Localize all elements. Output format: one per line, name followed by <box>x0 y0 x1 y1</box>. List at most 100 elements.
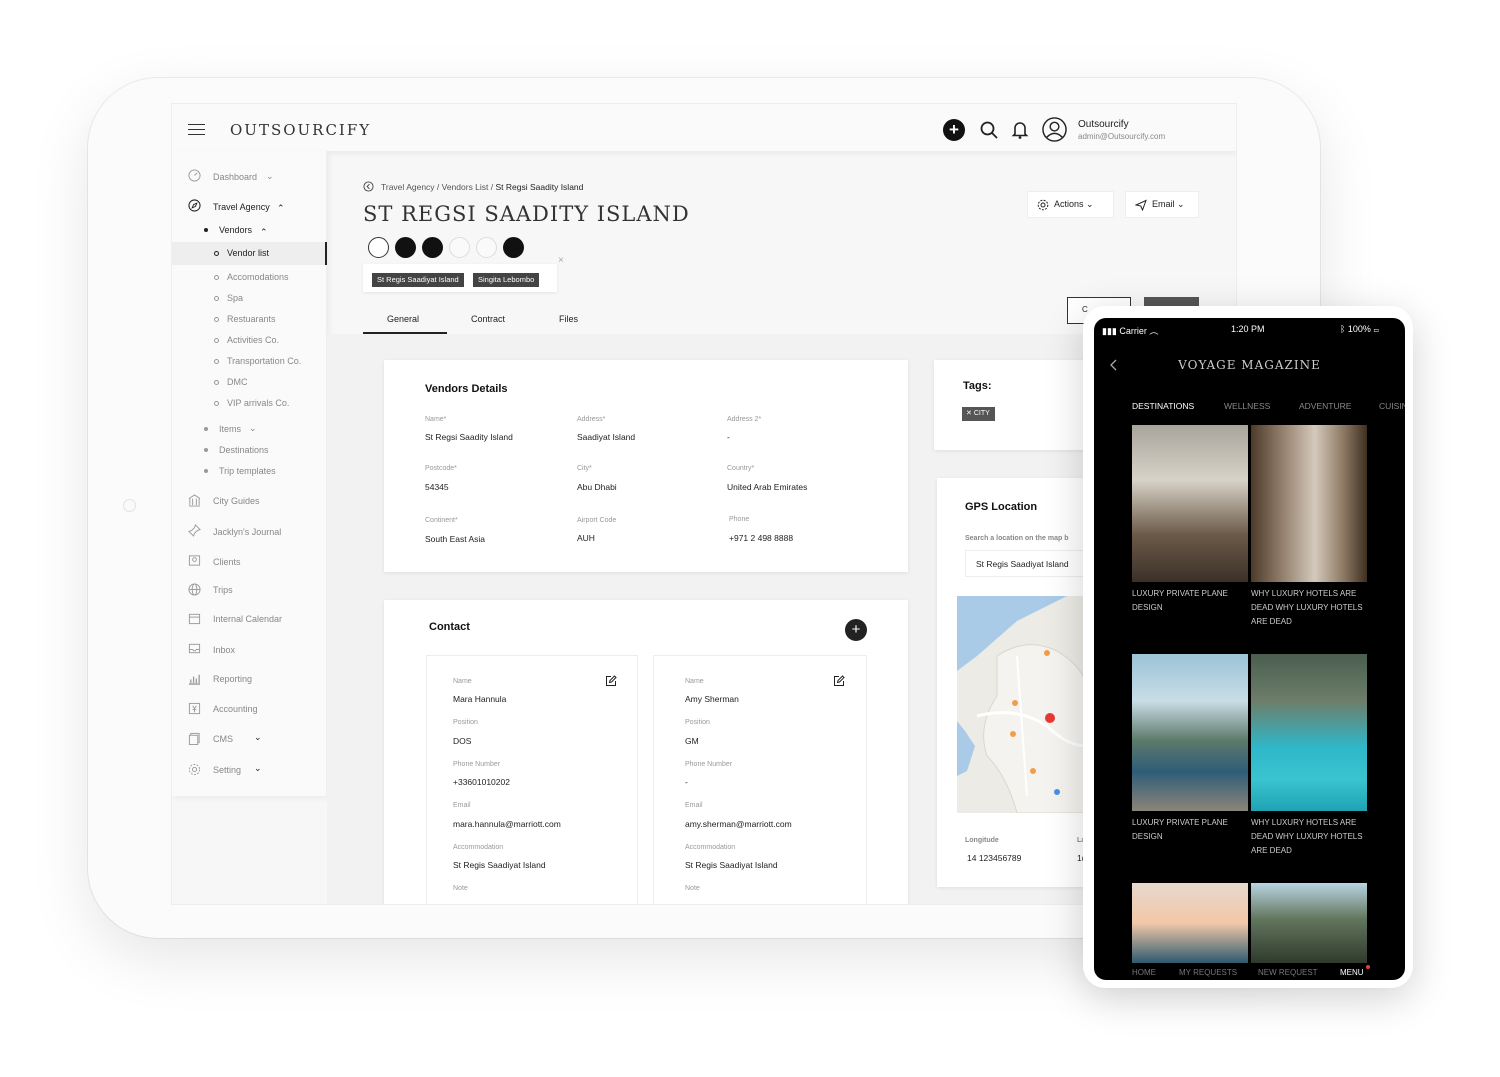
tab-bar: General Contract Files <box>363 302 843 336</box>
field-value[interactable]: 54345 <box>425 482 449 492</box>
hotel-category-icon[interactable] <box>368 237 389 258</box>
spa-category-icon[interactable] <box>503 237 524 258</box>
sidebar-item-items[interactable]: Items <box>219 424 241 434</box>
article-image[interactable] <box>1132 883 1248 963</box>
email-button[interactable]: Email ⌄ <box>1125 191 1199 218</box>
back-circle-icon[interactable] <box>363 181 374 192</box>
actions-label: Actions <box>1054 199 1084 209</box>
article-image[interactable] <box>1132 425 1248 582</box>
sidebar-item-city-guides[interactable]: City Guides <box>213 496 260 506</box>
sidebar-item-accomodations[interactable]: Accomodations <box>227 272 289 282</box>
circle-icon <box>214 359 219 364</box>
field-label: Country* <box>727 465 755 472</box>
nav-new-request[interactable]: NEW REQUEST <box>1258 968 1318 977</box>
bell-icon[interactable] <box>1010 120 1030 140</box>
vendor-chip[interactable]: St Regis Saadiyat Island <box>372 273 464 287</box>
nav-my-requests[interactable]: MY REQUESTS <box>1179 968 1237 977</box>
search-icon[interactable] <box>979 120 999 140</box>
field-value[interactable]: AUH <box>577 533 595 543</box>
sidebar-item-destinations[interactable]: Destinations <box>219 445 269 455</box>
tab-contract[interactable]: Contract <box>471 314 505 324</box>
contact-label: Position <box>685 719 710 726</box>
article-caption[interactable]: WHY LUXURY HOTELS ARE DEAD WHY LUXURY HO… <box>1251 816 1369 858</box>
breadcrumb-path[interactable]: Travel Agency / Vendors List / <box>381 182 496 192</box>
sidebar-item-dashboard[interactable]: Dashboard <box>213 172 257 182</box>
sidebar-item-clients[interactable]: Clients <box>213 557 241 567</box>
food-category-icon[interactable] <box>395 237 416 258</box>
battery-label: 100% <box>1347 324 1371 334</box>
field-value[interactable]: - <box>727 432 730 442</box>
field-value[interactable]: Saadiyat Island <box>577 432 635 442</box>
map-search-input[interactable]: St Regis Saadiyat Island <box>965 550 1095 577</box>
sidebar-item-vendor-list[interactable]: Vendor list <box>227 248 269 258</box>
user-avatar-icon[interactable] <box>1042 117 1067 142</box>
contact-phone: - <box>685 777 688 787</box>
add-contact-button[interactable]: + <box>845 619 867 641</box>
close-icon[interactable]: × <box>558 255 564 266</box>
sidebar-item-travel-agency[interactable]: Travel Agency <box>213 202 270 212</box>
field-value[interactable]: St Regsi Saadity Island <box>425 432 513 442</box>
sidebar-item-activities[interactable]: Activities Co. <box>227 335 279 345</box>
field-value[interactable]: +971 2 498 8888 <box>729 533 793 543</box>
tag-chip[interactable]: ✕ CITY <box>962 407 995 421</box>
edit-icon[interactable] <box>833 675 845 687</box>
tab-files[interactable]: Files <box>559 314 578 324</box>
article-caption[interactable]: WHY LUXURY HOTELS ARE DEAD WHY LUXURY HO… <box>1251 587 1369 629</box>
sidebar-item-trip-templates[interactable]: Trip templates <box>219 466 276 476</box>
longitude-value[interactable]: 14 123456789 <box>967 853 1021 863</box>
article-image[interactable] <box>1251 883 1367 963</box>
document-category-icon[interactable] <box>449 237 470 258</box>
app-logo[interactable]: OUTSOURCIFY <box>230 121 371 139</box>
gear-icon <box>1037 199 1049 211</box>
contact-email[interactable]: amy.sherman@marriott.com <box>685 819 792 829</box>
sidebar-item-calendar[interactable]: Internal Calendar <box>213 614 282 624</box>
contact-accommodation: St Regis Saadiyat Island <box>453 860 546 870</box>
sidebar-item-inbox[interactable]: Inbox <box>213 645 235 655</box>
article-image[interactable] <box>1251 654 1367 811</box>
remove-tag-icon[interactable]: ✕ <box>966 410 974 417</box>
tab-adventure[interactable]: ADVENTURE <box>1299 401 1351 411</box>
sidebar-item-reporting[interactable]: Reporting <box>213 674 252 684</box>
tab-destinations[interactable]: DESTINATIONS <box>1132 401 1194 411</box>
city-category-icon[interactable] <box>422 237 443 258</box>
vendor-chip[interactable]: Singita Lebombo <box>473 273 540 287</box>
sidebar-item-accounting[interactable]: Accounting <box>213 704 258 714</box>
sidebar-item-spa[interactable]: Spa <box>227 293 243 303</box>
tab-wellness[interactable]: WELLNESS <box>1224 401 1270 411</box>
field-value[interactable]: Abu Dhabi <box>577 482 617 492</box>
chevron-down-icon: ⌄ <box>254 732 262 742</box>
nav-home[interactable]: HOME <box>1132 968 1156 977</box>
plane-category-icon[interactable] <box>476 237 497 258</box>
article-caption[interactable]: LUXURY PRIVATE PLANE DESIGN <box>1132 587 1250 615</box>
tab-general[interactable]: General <box>387 314 419 324</box>
sidebar-item-vip[interactable]: VIP arrivals Co. <box>227 398 289 408</box>
sidebar-item-trips[interactable]: Trips <box>213 585 233 595</box>
sidebar-item-restaurants[interactable]: Restuarants <box>227 314 276 324</box>
article-caption[interactable]: LUXURY PRIVATE PLANE DESIGN <box>1132 816 1250 844</box>
article-image[interactable] <box>1251 425 1367 582</box>
sidebar-item-vendors[interactable]: Vendors <box>219 225 252 235</box>
article-image[interactable] <box>1132 654 1248 811</box>
sidebar-item-cms[interactable]: CMS <box>213 734 233 744</box>
nav-menu[interactable]: MENU <box>1340 968 1364 977</box>
circle-icon <box>214 401 219 406</box>
longitude-label: Longitude <box>965 837 999 844</box>
field-value[interactable]: South East Asia <box>425 534 485 544</box>
edit-icon[interactable] <box>605 675 617 687</box>
sidebar-item-journal[interactable]: Jacklyn's Journal <box>213 527 281 537</box>
sidebar-item-setting[interactable]: Setting <box>213 765 241 775</box>
sidebar-item-transportation[interactable]: Transportation Co. <box>227 356 301 366</box>
tab-cuisine[interactable]: CUISINE <box>1379 401 1405 411</box>
inbox-icon <box>188 643 201 654</box>
sidebar-item-vendor-list-active[interactable]: Vendor list <box>172 242 327 265</box>
circle-icon <box>214 251 219 256</box>
add-icon[interactable]: + <box>943 119 965 141</box>
sidebar-item-dmc[interactable]: DMC <box>227 377 248 387</box>
menu-icon[interactable] <box>188 124 205 135</box>
contact-email[interactable]: mara.hannula@marriott.com <box>453 819 561 829</box>
map-view[interactable] <box>957 596 1087 813</box>
user-name[interactable]: Outsourcify <box>1078 119 1129 130</box>
field-value[interactable]: United Arab Emirates <box>727 482 807 492</box>
actions-button[interactable]: Actions ⌄ <box>1027 191 1114 218</box>
chevron-down-icon: ⌄ <box>266 171 274 181</box>
